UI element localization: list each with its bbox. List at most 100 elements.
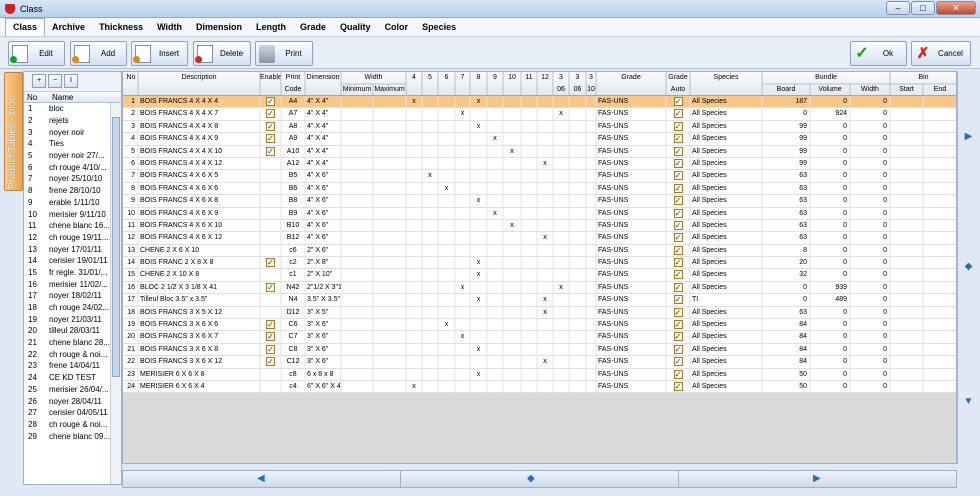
list-item[interactable]: 3 noyer noir [24,126,121,138]
menu-tab-width[interactable]: Width [150,22,189,36]
list-item-no: 26 [28,396,37,406]
body-gridlines [137,96,924,394]
list-item[interactable]: 27 cerisier 04/05/11 [24,407,121,419]
title-bar: Class – □ ✕ [0,0,980,18]
list-item-no: 20 [28,326,37,336]
list-item-no: 6 [28,162,33,172]
list-item[interactable]: 21 chene blanc 28... [24,337,121,349]
add-button[interactable]: Add [70,41,127,66]
list-item-no: 18 [28,303,37,313]
list-item-no: 9 [28,197,33,207]
insert-button[interactable]: Insert [131,41,188,66]
list-item[interactable]: 14 cerisier 19/01/11 [24,255,121,267]
edit-icon [10,44,28,63]
cross-icon: ✗ [916,44,930,62]
list-item[interactable]: 25 merisier 26/04/... [24,384,121,396]
scroll-both-icon[interactable]: ◆ [527,473,535,484]
list-item[interactable]: 16 merisier 11/02/... [24,278,121,290]
list-item[interactable]: 5 noyer noir 27/... [24,150,121,162]
list-item-no: 10 [28,209,37,219]
list-header-no[interactable]: No [24,92,49,102]
checkmark-icon: ✓ [855,44,869,62]
list-item[interactable]: 15 fr regle. 31/01/... [24,267,121,279]
list-item-no: 22 [28,349,37,359]
nav-center-segment[interactable]: ◆ [401,471,679,487]
list-item[interactable]: 12 ch rouge 19/11... [24,232,121,244]
list-scrollbar[interactable] [110,103,121,484]
double-arrow-icon[interactable]: ◆ [960,261,977,272]
list-item[interactable]: 11 chene blanc 16... [24,220,121,232]
header-gridlines [123,72,956,96]
list-item-no: 28 [28,419,37,429]
bottom-nav: ◀ ◆ ▶ [122,470,957,488]
menu-bar: Class Archive Thickness Width Dimension Lengt… [0,18,980,37]
menu-tab-color[interactable]: Color [378,22,416,36]
menu-tab-quality[interactable]: Quality [333,22,378,36]
list-item[interactable]: 4 Ties [24,138,121,150]
rename-table-icon[interactable]: I [64,74,78,88]
edit-button[interactable]: Edit [8,41,65,66]
list-item[interactable]: 1 bloc [24,103,121,115]
list-item[interactable]: 22 ch rouge & noi... [24,348,121,360]
delete-table-icon[interactable]: − [48,74,62,88]
cancel-button[interactable]: ✗ Cancel [911,41,971,66]
list-item[interactable]: 26 noyer 28/04/11 [24,395,121,407]
minimize-button[interactable]: – [886,1,910,15]
list-item[interactable]: 28 ch rouge & noi... [24,419,121,431]
menu-tab-species[interactable]: Species [415,22,463,36]
list-item-no: 8 [28,186,33,196]
list-item-no: 17 [28,291,37,301]
add-icon [72,44,90,63]
print-button[interactable]: Print [255,41,313,66]
list-item[interactable]: 10 merisier 9/11/10 [24,208,121,220]
list-item[interactable]: 20 tilleul 28/03/11 [24,325,121,337]
list-item-no: 21 [28,338,37,348]
list-item[interactable]: 7 noyer 25/10/10 [24,173,121,185]
list-item[interactable]: 19 noyer 21/03/11 [24,313,121,325]
list-item-no: 23 [28,361,37,371]
close-button[interactable]: ✕ [936,1,976,15]
arrow-down-icon[interactable]: ▼ [960,396,977,407]
list-item[interactable]: 18 ch rouge 24/02... [24,302,121,314]
list-item[interactable]: 6 ch rouge 4/10/... [24,161,121,173]
product-table-list: + − I No Name 1 bloc 2 rejets 3 noyer noir 4 Ti… [23,71,122,485]
list-scroll-thumb[interactable] [112,117,120,377]
new-table-icon[interactable]: + [32,74,46,88]
list-item-no: 15 [28,267,37,277]
list-item-no: 14 [28,256,37,266]
menu-tab-archive[interactable]: Archive [45,22,92,36]
menu-tab-length[interactable]: Length [249,22,293,36]
maximize-button[interactable]: □ [911,1,935,15]
list-item[interactable]: 29 chene blanc 09... [24,430,121,442]
delete-icon [195,44,213,63]
list-item[interactable]: 8 frene 28/10/10 [24,185,121,197]
list-header-name[interactable]: Name [49,92,73,102]
arrow-right-icon[interactable]: ▶ [960,131,977,142]
arrow-left-icon[interactable]: ◀ [257,473,265,484]
product-tables-tab[interactable]: Product Tables - bloc [4,72,23,191]
list-item[interactable]: 2 rejets [24,115,121,127]
list-item-no: 11 [28,221,37,231]
ok-button[interactable]: ✓ Ok [850,41,907,66]
menu-tab-grade[interactable]: Grade [293,22,333,36]
delete-button[interactable]: Delete [193,41,251,66]
list-item-no: 16 [28,279,37,289]
list-item[interactable]: 24 CE KD TEST [24,372,121,384]
list-item-no: 29 [28,431,37,441]
nav-next-segment[interactable]: ▶ [679,471,956,487]
list-item[interactable]: 13 noyer 17/01/11 [24,243,121,255]
toolbar: Edit Add Insert Delete Print ✓ Ok ✗ Cancel [0,38,980,69]
list-item-no: 25 [28,384,37,394]
list-item[interactable]: 9 erable 1/11/10 [24,197,121,209]
window-title: Class [20,3,43,14]
arrow-right-icon[interactable]: ▶ [813,473,821,484]
nav-prev-segment[interactable]: ◀ [123,471,401,487]
menu-tab-class[interactable]: Class [5,18,46,36]
list-item[interactable]: 23 frene 14/04/11 [24,360,121,372]
app-icon [5,3,15,14]
list-item-no: 12 [28,232,37,242]
menu-tab-dimension[interactable]: Dimension [189,22,249,36]
list-item[interactable]: 17 noyer 18/02/11 [24,290,121,302]
list-item-no: 3 [28,127,33,137]
menu-tab-thickness[interactable]: Thickness [92,22,150,36]
